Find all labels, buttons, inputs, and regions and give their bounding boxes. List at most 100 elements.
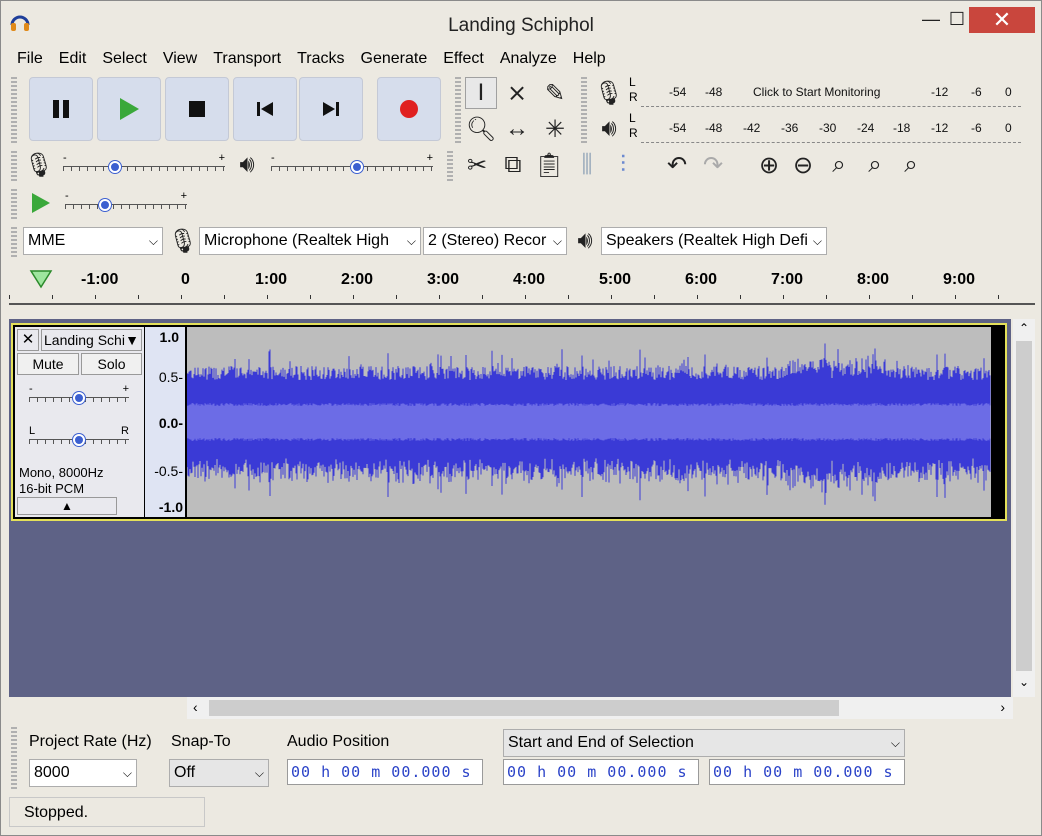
record-meter[interactable]: -54 -48 Click to Start Monitoring -12 -6… xyxy=(641,79,1021,107)
play-icon xyxy=(32,193,50,213)
playback-speed-slider[interactable]: - + xyxy=(65,190,187,214)
device-grip[interactable] xyxy=(11,227,17,257)
menu-help[interactable]: Help xyxy=(565,47,614,71)
envelope-tool-icon[interactable]: ⨯ xyxy=(501,77,533,109)
mixer-grip[interactable] xyxy=(11,151,17,181)
play-at-speed-button[interactable] xyxy=(25,187,57,219)
ruler-label: 6:00 xyxy=(685,271,718,288)
redo-icon[interactable]: ↷ xyxy=(697,149,729,181)
waveform[interactable] xyxy=(187,327,991,517)
vertical-scroll-thumb[interactable] xyxy=(1016,341,1032,671)
play-tick: 0 xyxy=(1005,121,1012,135)
menu-select[interactable]: Select xyxy=(94,47,154,71)
ruler-label: 3:00 xyxy=(427,271,460,288)
fit-project-icon[interactable]: ⌕ xyxy=(859,149,891,181)
vertical-scale[interactable]: 1.0 0.5- 0.0- -0.5- -1.0 xyxy=(145,327,185,517)
rec-tick: -12 xyxy=(931,85,949,99)
playback-volume-slider[interactable]: - + xyxy=(271,152,433,176)
mute-button[interactable]: Mute xyxy=(17,353,79,375)
chevron-down-icon: ⌵ xyxy=(254,766,264,780)
menu-generate[interactable]: Generate xyxy=(353,47,436,71)
cut-icon[interactable]: ✂ xyxy=(461,149,493,181)
selection-grip[interactable] xyxy=(11,727,17,789)
menu-transport[interactable]: Transport xyxy=(205,47,289,71)
zoom-in-icon[interactable]: ⊕ xyxy=(753,149,785,181)
collapse-track-button[interactable]: ▲ xyxy=(17,497,117,515)
undo-icon[interactable]: ↶ xyxy=(661,149,693,181)
track-panel[interactable]: ✕ Landing Schi ▼ Mute Solo - + L R Mono, … xyxy=(9,319,1011,697)
fit-selection-icon[interactable]: ⌕ xyxy=(823,149,855,181)
edit-grip[interactable] xyxy=(447,151,453,181)
selection-mode-select[interactable]: Start and End of Selection ⌵ xyxy=(503,729,905,757)
menu-analyze[interactable]: Analyze xyxy=(492,47,565,71)
playback-meter[interactable]: -54 -48 -42 -36 -30 -24 -18 -12 -6 0 xyxy=(641,115,1021,143)
audio-host-select[interactable]: MME ⌵ xyxy=(23,227,163,255)
scroll-right-icon[interactable]: › xyxy=(1000,699,1005,715)
audio-track[interactable]: ✕ Landing Schi ▼ Mute Solo - + L R Mono, … xyxy=(11,323,1007,521)
silence-icon[interactable]: ⫶ xyxy=(607,149,639,181)
timeline-options-icon[interactable] xyxy=(29,269,53,289)
play-button[interactable] xyxy=(97,77,161,141)
record-button[interactable] xyxy=(377,77,441,141)
skip-to-start-button[interactable] xyxy=(233,77,297,141)
track-gain-slider[interactable]: - + xyxy=(29,383,129,407)
slider-plus: + xyxy=(426,152,433,164)
tools-grip[interactable] xyxy=(455,77,461,143)
close-button[interactable]: ✕ xyxy=(969,7,1035,33)
rec-tick: -54 xyxy=(669,85,687,99)
timeshift-tool-icon[interactable]: ↔ xyxy=(501,113,533,145)
meter-grip[interactable] xyxy=(581,77,587,143)
multi-tool-icon[interactable]: ✳ xyxy=(539,113,571,145)
playback-device-select[interactable]: Speakers (Realtek High Defi ⌵ xyxy=(601,227,827,255)
title-bar: Landing Schiphol — ☐ ✕ xyxy=(1,1,1041,45)
track-name: Landing Schi xyxy=(44,332,125,348)
skip-to-end-button[interactable] xyxy=(299,77,363,141)
speaker-icon[interactable]: 🔊︎ xyxy=(593,113,625,145)
scale-label: 0.0- xyxy=(158,415,183,431)
recording-volume-slider[interactable]: - + xyxy=(63,152,225,176)
scroll-left-icon[interactable]: ‹ xyxy=(193,699,198,715)
selection-start-time[interactable]: 00 h 00 m 00.000 s xyxy=(503,759,699,785)
selection-end-time[interactable]: 00 h 00 m 00.000 s xyxy=(709,759,905,785)
audio-position-time[interactable]: 00 h 00 m 00.000 s xyxy=(287,759,483,785)
selection-end-value: 00 h 00 m 00.000 s xyxy=(713,763,894,781)
track-name-menu[interactable]: Landing Schi ▼ xyxy=(41,329,142,351)
speed-grip[interactable] xyxy=(11,189,17,219)
trim-icon[interactable]: ⫼ xyxy=(571,149,603,181)
microphone-icon[interactable]: 🎙︎ xyxy=(593,77,625,109)
ruler-label: 5:00 xyxy=(599,271,632,288)
click-to-start-monitoring[interactable]: Click to Start Monitoring xyxy=(753,85,881,99)
scroll-up-icon[interactable]: ⌃ xyxy=(1013,321,1035,335)
menu-edit[interactable]: Edit xyxy=(51,47,95,71)
draw-tool-icon[interactable]: ✎ xyxy=(539,77,571,109)
track-close-button[interactable]: ✕ xyxy=(17,329,39,351)
menu-bar: File Edit Select View Transport Tracks G… xyxy=(9,47,614,71)
toolbar-grip[interactable] xyxy=(11,77,17,143)
track-pan-slider[interactable]: L R xyxy=(29,425,129,449)
recording-channels-select[interactable]: 2 (Stereo) Recor ⌵ xyxy=(423,227,567,255)
zoom-out-icon[interactable]: ⊖ xyxy=(787,149,819,181)
stop-button[interactable] xyxy=(165,77,229,141)
snap-to-select[interactable]: Off ⌵ xyxy=(169,759,269,787)
selection-tool-icon[interactable]: I xyxy=(465,77,497,109)
pause-button[interactable] xyxy=(29,77,93,141)
zoom-toggle-icon[interactable]: ⌕ xyxy=(895,149,927,181)
horizontal-scrollbar[interactable]: ‹ › xyxy=(187,697,1013,719)
menu-view[interactable]: View xyxy=(155,47,205,71)
horizontal-scroll-thumb[interactable] xyxy=(209,700,839,716)
rec-tick: -48 xyxy=(705,85,723,99)
solo-button[interactable]: Solo xyxy=(81,353,142,375)
project-rate-label: Project Rate (Hz) xyxy=(29,733,152,750)
scroll-down-icon[interactable]: ⌄ xyxy=(1013,675,1035,689)
menu-tracks[interactable]: Tracks xyxy=(289,47,352,71)
vertical-scrollbar[interactable]: ⌃ ⌄ xyxy=(1013,319,1035,697)
zoom-tool-icon[interactable]: 🔍︎ xyxy=(465,113,497,145)
recording-device-select[interactable]: Microphone (Realtek High ⌵ xyxy=(199,227,421,255)
pan-left-label: L xyxy=(29,425,36,437)
menu-effect[interactable]: Effect xyxy=(435,47,492,71)
project-rate-select[interactable]: 8000 ⌵ xyxy=(29,759,137,787)
paste-icon[interactable]: 📋︎ xyxy=(533,149,565,181)
timeline-ruler[interactable]: -1:00 0 1:00 2:00 3:00 4:00 5:00 6:00 7:… xyxy=(9,263,1035,305)
copy-icon[interactable]: ⧉ xyxy=(497,149,529,181)
menu-file[interactable]: File xyxy=(9,47,51,71)
